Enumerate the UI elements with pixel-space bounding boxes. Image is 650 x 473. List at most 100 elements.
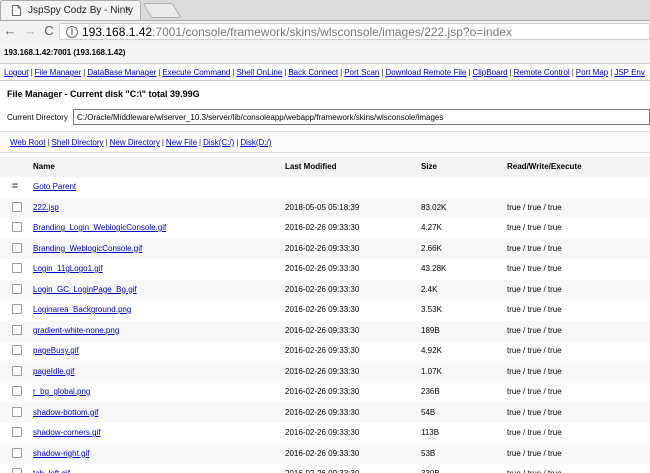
menu-link[interactable]: File Manager	[35, 68, 82, 77]
page-icon	[12, 5, 21, 16]
row-checkbox-cell	[12, 321, 22, 341]
header-size: Size	[421, 162, 438, 171]
row-checkbox[interactable]	[12, 304, 22, 315]
row-checkbox[interactable]	[12, 386, 22, 397]
action-link[interactable]: New File	[166, 138, 197, 147]
file-permissions: true / true / true	[507, 202, 562, 212]
menu-link[interactable]: Port Scan	[344, 68, 379, 77]
file-permissions: true / true / true	[507, 428, 562, 437]
row-checkbox[interactable]	[12, 222, 22, 233]
file-size: 1.07K	[421, 366, 442, 376]
action-link[interactable]: Shell Directory	[52, 138, 104, 147]
menu-link[interactable]: Logout	[4, 68, 28, 77]
row-checkbox[interactable]	[12, 468, 22, 473]
table-row: pageBusy.gif 2016-02-26 09:33:30 4.92K true…	[0, 341, 650, 362]
table-row: Login_GC_LoginPage_Bg.gif 2016-02-26 09:3…	[0, 279, 650, 300]
info-icon[interactable]: i	[66, 26, 78, 38]
menu-link[interactable]: JSP Env	[614, 68, 645, 77]
file-name-link[interactable]: shadow-corners.gif	[33, 423, 101, 443]
back-arrow-icon[interactable]: ←	[2, 23, 18, 39]
current-directory-input[interactable]	[73, 109, 650, 125]
goto-parent-link[interactable]: Goto Parent	[33, 177, 76, 197]
row-checkbox-cell	[12, 444, 22, 464]
menu-link[interactable]: Back Connect	[288, 68, 338, 77]
file-modified: 2016-02-26 09:33:30	[285, 305, 360, 314]
file-name-link[interactable]: tab_left.gif	[33, 464, 70, 473]
row-checkbox[interactable]	[12, 365, 22, 376]
file-modified: 2016-02-26 09:33:30	[285, 223, 360, 232]
table-row: Login_11gLogo1.gif 2016-02-26 09:33:30 43.…	[0, 259, 650, 280]
file-name-link[interactable]: r_bg_global.png	[33, 382, 90, 402]
file-permissions: true / true / true	[507, 305, 562, 314]
menu-link[interactable]: DataBase Manager	[87, 68, 156, 77]
row-checkbox-cell	[12, 341, 22, 361]
file-modified: 2016-02-26 09:33:30	[285, 366, 360, 376]
row-checkbox[interactable]	[12, 427, 22, 438]
row-checkbox[interactable]	[12, 283, 22, 294]
menu-link[interactable]: Execute Command	[162, 68, 230, 77]
row-checkbox-cell	[12, 198, 22, 218]
row-checkbox[interactable]	[12, 447, 22, 458]
row-checkbox[interactable]	[12, 345, 22, 356]
row-checkbox-cell	[12, 218, 22, 238]
file-size: 4.92K	[421, 346, 442, 355]
row-checkbox[interactable]	[12, 242, 22, 253]
row-checkbox[interactable]	[12, 263, 22, 274]
table-row: shadow-bottom.gif 2016-02-26 09:33:30 54B t…	[0, 402, 650, 423]
address-bar[interactable]: i 193.168.1.42:7001/console/framework/sk…	[59, 23, 650, 40]
action-link[interactable]: Disk(D:/)	[240, 138, 271, 147]
menu-link[interactable]: Shell OnLine	[236, 68, 282, 77]
file-name-link[interactable]: Login_GC_LoginPage_Bg.gif	[33, 280, 137, 300]
url-path: :7001/console/framework/skins/wlsconsole…	[152, 25, 512, 39]
file-name-link[interactable]: shadow-bottom.gif	[33, 403, 98, 423]
file-name-link[interactable]: pageBusy.gif	[33, 341, 79, 361]
close-icon[interactable]: ×	[125, 1, 131, 20]
url-text[interactable]: 193.168.1.42:7001/console/framework/skin…	[82, 24, 512, 40]
file-permissions: true / true / true	[507, 346, 562, 355]
file-name-link[interactable]: Branding_Login_WeblogicConsole.gif	[33, 218, 166, 238]
file-modified: 2016-02-26 09:33:30	[285, 284, 360, 294]
action-link[interactable]: New Directory	[110, 138, 160, 147]
row-checkbox-cell	[12, 382, 22, 402]
file-modified: 2016-02-26 09:33:30	[285, 464, 359, 473]
table-header: Name Last Modified Size Read/Write/Execu…	[0, 157, 650, 177]
file-size: 54B	[421, 407, 436, 417]
menu-link[interactable]: Download Remote File	[385, 68, 466, 77]
row-checkbox-cell	[12, 259, 22, 279]
forward-arrow-icon[interactable]: →	[22, 23, 38, 39]
table-row: Loginarea_Background.png 2016-02-26 09:33…	[0, 300, 650, 321]
row-checkbox[interactable]	[12, 406, 22, 417]
file-size: 43.28K	[421, 264, 447, 273]
table-row: shadow-corners.gif 2016-02-26 09:33:30 113…	[0, 423, 650, 444]
page-content: 193.168.1.42:7001 (193.168.1.42) Logout |…	[0, 43, 650, 473]
file-table: Name Last Modified Size Read/Write/Execu…	[0, 157, 650, 473]
header-name: Name	[33, 162, 55, 171]
menu-link[interactable]: Port Map	[576, 68, 608, 77]
row-checkbox[interactable]	[12, 201, 22, 212]
page-title: File Manager - Current disk "C:\" total …	[7, 89, 200, 99]
file-name-link[interactable]: Branding_WeblogicConsole.gif	[33, 239, 142, 259]
file-name-link[interactable]: 222.jsp	[33, 198, 59, 218]
file-size: 189B	[421, 325, 440, 335]
file-name-link[interactable]: gradient-white-none.png	[33, 321, 119, 341]
file-permissions: true / true / true	[507, 243, 562, 253]
row-checkbox[interactable]	[12, 324, 22, 335]
action-link[interactable]: Web Root	[10, 138, 45, 147]
directory-actions: Web Root | Shell Directory | New Directory | N…	[0, 131, 650, 153]
menu-link[interactable]: Remote Control	[514, 68, 570, 77]
action-link[interactable]: Disk(C:/)	[203, 138, 234, 147]
file-name-link[interactable]: Login_11gLogo1.gif	[33, 259, 103, 279]
browser-tab[interactable]: JspSpy Codz By - Ninty ×	[0, 0, 141, 20]
table-row: r_bg_global.png 2016-02-26 09:33:30 236B tr…	[0, 382, 650, 403]
new-tab-button[interactable]	[142, 3, 182, 18]
menu-link[interactable]: ClipBoard	[472, 68, 507, 77]
reload-icon[interactable]: C	[41, 23, 57, 39]
file-modified: 2016-02-26 09:33:30	[285, 448, 360, 458]
file-name-link[interactable]: Loginarea_Background.png	[33, 300, 131, 320]
row-checkbox-cell	[12, 403, 22, 423]
file-size: 83.02K	[421, 202, 447, 212]
file-permissions: true / true / true	[507, 264, 562, 273]
file-name-link[interactable]: shadow-right.gif	[33, 444, 89, 464]
file-name-link[interactable]: pageIdle.gif	[33, 362, 74, 382]
file-size: 2.66K	[421, 243, 442, 253]
